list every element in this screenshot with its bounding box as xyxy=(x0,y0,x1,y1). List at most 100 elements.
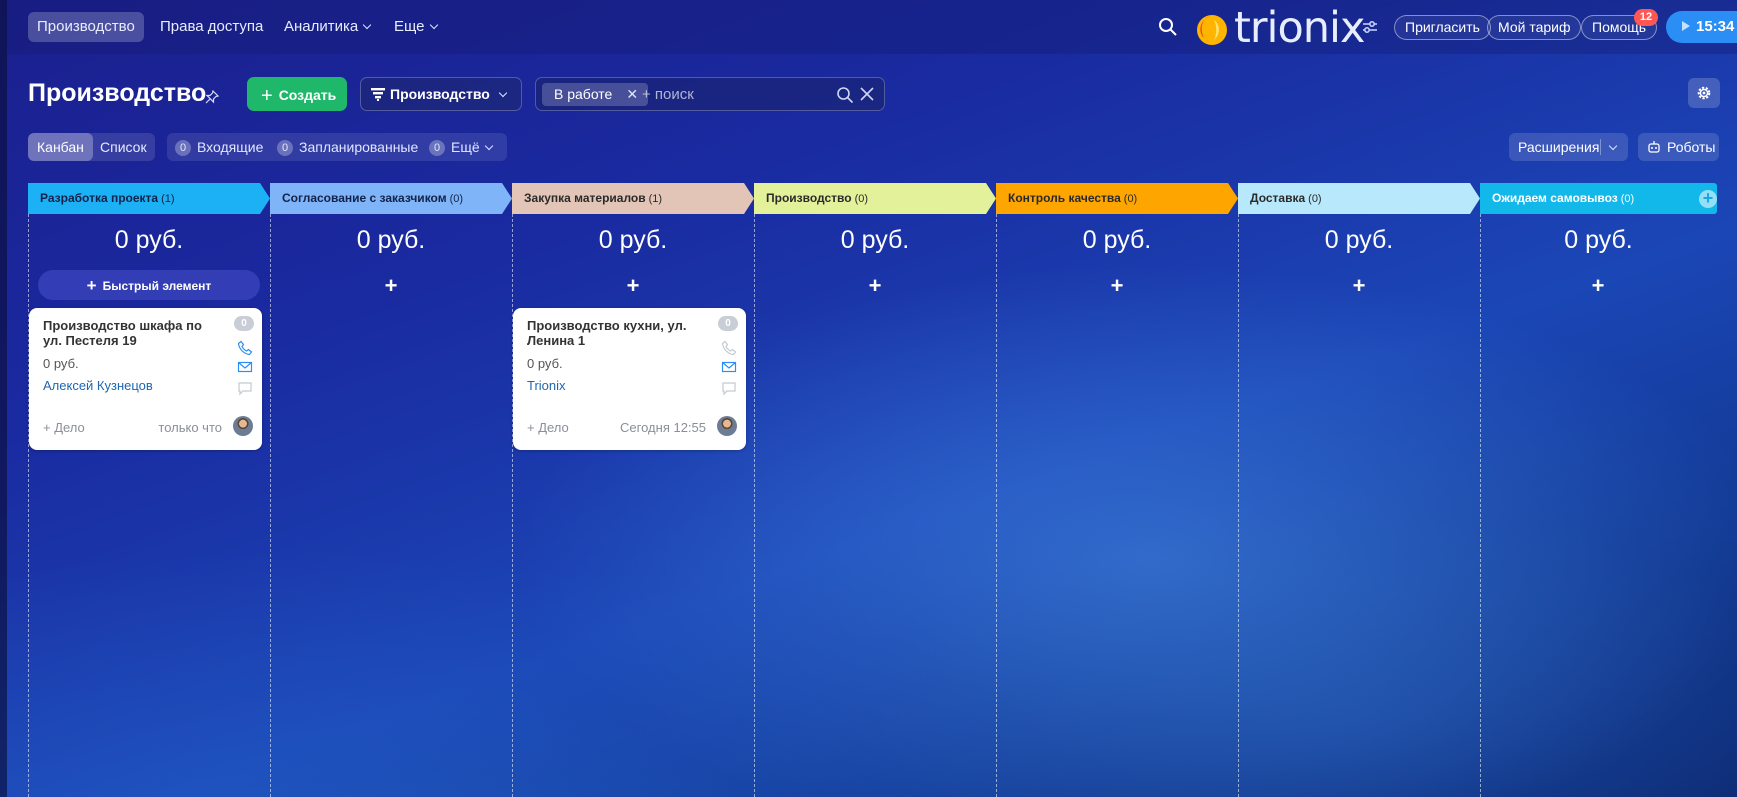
column-header[interactable]: Закупка материалов (1) xyxy=(512,183,754,214)
extensions-label: Расширения xyxy=(1518,139,1600,155)
robots-label: Роботы xyxy=(1667,139,1716,155)
column-header[interactable]: Согласование с заказчиком (0) xyxy=(270,183,512,214)
avatar[interactable] xyxy=(233,416,253,436)
column-sum: 0 руб. xyxy=(114,226,184,254)
column-header[interactable]: Доставка (0) xyxy=(1238,183,1480,214)
column-title: Разработка проекта xyxy=(40,191,159,205)
counter-label: Входящие xyxy=(197,139,264,155)
card-sum: 0 руб. xyxy=(527,356,563,371)
left-edge-strip xyxy=(0,0,7,797)
column-header[interactable]: Разработка проекта (1) xyxy=(28,183,270,214)
column-title: Доставка xyxy=(1250,191,1306,205)
kanban-column: Разработка проекта (1) 0 руб. + Быстрый эл… xyxy=(28,183,270,797)
quick-add-button[interactable]: + Быстрый элемент xyxy=(38,270,260,300)
column-count: (0) xyxy=(854,193,869,205)
divider xyxy=(1600,139,1601,155)
card-counter-badge: 0 xyxy=(234,316,254,331)
column-sum: 0 руб. xyxy=(1324,226,1394,254)
counter-value: 0 xyxy=(429,140,445,156)
column-title: Контроль качества xyxy=(1008,191,1121,205)
counter-label: Ещё xyxy=(451,139,480,155)
column-sum: 0 руб. xyxy=(598,226,668,254)
nav-item-analytics[interactable]: Аналитика xyxy=(275,12,379,42)
search-input[interactable] xyxy=(642,83,822,106)
pin-icon[interactable] xyxy=(205,90,219,104)
my-tariff-button[interactable]: Мой тариф xyxy=(1487,15,1582,40)
nav-item-more[interactable]: Еще xyxy=(385,12,446,42)
view-kanban-tab[interactable]: Канбан xyxy=(28,133,93,161)
search-icon[interactable] xyxy=(836,86,854,104)
plus-icon: + xyxy=(86,276,97,295)
view-list-tab[interactable]: Список xyxy=(91,133,156,161)
sliders-icon[interactable] xyxy=(1362,19,1378,35)
add-item-button[interactable]: + xyxy=(1107,275,1127,297)
create-button[interactable]: + Создать xyxy=(247,77,347,111)
column-divider xyxy=(996,214,997,797)
email-icon[interactable] xyxy=(237,359,253,375)
nav-item-access-rights[interactable]: Права доступа xyxy=(151,12,272,42)
funnel-label: Производство xyxy=(390,86,490,102)
add-item-button[interactable]: + xyxy=(1588,275,1608,297)
chevron-down-icon xyxy=(498,88,508,98)
filter-chip-in-progress[interactable]: В работе ✕ xyxy=(542,83,649,106)
avatar[interactable] xyxy=(717,416,737,436)
card-title[interactable]: Производство кухни, ул. Ленина 1 xyxy=(527,318,707,348)
kanban-column: Ожидаем самовывоз (0) + 0 руб. + xyxy=(1480,183,1717,797)
funnel-selector[interactable]: Производство xyxy=(360,77,522,111)
add-column-icon[interactable]: + xyxy=(1699,189,1717,208)
phone-icon[interactable] xyxy=(721,340,737,356)
column-title: Согласование с заказчиком xyxy=(282,191,447,205)
counter-planned[interactable]: 0 Запланированные xyxy=(277,133,418,161)
column-header[interactable]: Ожидаем самовывоз (0) xyxy=(1480,183,1717,214)
logo-text: trionix xyxy=(1234,3,1365,53)
column-header[interactable]: Производство (0) xyxy=(754,183,996,214)
card-title[interactable]: Производство шкафа по ул. Пестеля 19 xyxy=(43,318,223,348)
create-label: Создать xyxy=(278,87,337,103)
counter-value: 0 xyxy=(175,140,191,156)
column-divider xyxy=(512,214,513,797)
deal-card[interactable]: Производство шкафа по ул. Пестеля 19 0 0… xyxy=(29,308,262,450)
column-divider xyxy=(1238,214,1239,797)
invite-button[interactable]: Пригласить xyxy=(1394,15,1491,40)
chat-icon[interactable] xyxy=(237,380,253,396)
search-icon[interactable] xyxy=(1158,17,1178,37)
chat-icon[interactable] xyxy=(721,380,737,396)
nav-item-production[interactable]: Производство xyxy=(28,12,144,42)
add-item-button[interactable]: + xyxy=(1349,275,1369,297)
add-activity-link[interactable]: + Дело xyxy=(43,420,85,435)
deal-card[interactable]: Производство кухни, ул. Ленина 1 0 0 руб… xyxy=(513,308,746,450)
quick-add-label: Быстрый элемент xyxy=(102,279,212,293)
email-icon[interactable] xyxy=(721,359,737,375)
filter-search-box[interactable]: В работе ✕ xyxy=(535,77,885,111)
counter-incoming[interactable]: 0 Входящие xyxy=(175,133,263,161)
add-item-button[interactable]: + xyxy=(865,275,885,297)
timer-button[interactable]: 15:34 xyxy=(1666,11,1737,43)
card-client-link[interactable]: Алексей Кузнецов xyxy=(43,378,153,393)
settings-button[interactable] xyxy=(1688,78,1720,108)
logo-flame-icon xyxy=(1197,15,1227,45)
column-count: (0) xyxy=(1620,193,1635,205)
column-count: (0) xyxy=(1123,193,1138,205)
kanban-column: Производство (0) 0 руб. + xyxy=(754,183,996,797)
card-timestamp: только что xyxy=(158,420,222,435)
column-header[interactable]: Контроль качества (0) xyxy=(996,183,1238,214)
column-sum: 0 руб. xyxy=(840,226,910,254)
phone-icon[interactable] xyxy=(237,340,253,356)
remove-filter-icon[interactable]: ✕ xyxy=(626,86,638,102)
counter-more[interactable]: 0 Ещё xyxy=(429,133,493,161)
card-timestamp: Сегодня 12:55 xyxy=(620,420,706,435)
robots-button[interactable]: Роботы xyxy=(1638,133,1719,161)
card-client-link[interactable]: Trionix xyxy=(527,378,566,393)
chevron-down-icon[interactable] xyxy=(1608,141,1618,151)
trionix-logo[interactable]: trionix xyxy=(1190,2,1365,53)
nav-item-label: Права доступа xyxy=(160,18,264,35)
add-item-button[interactable]: + xyxy=(381,275,401,297)
plus-icon: + xyxy=(261,85,273,107)
add-activity-link[interactable]: + Дело xyxy=(527,420,569,435)
extensions-button[interactable]: Расширения xyxy=(1509,133,1628,161)
tariff-label: Мой тариф xyxy=(1498,19,1571,35)
robot-icon xyxy=(1648,141,1660,153)
column-divider xyxy=(754,214,755,797)
clear-search-icon[interactable] xyxy=(860,87,874,101)
add-item-button[interactable]: + xyxy=(623,275,643,297)
